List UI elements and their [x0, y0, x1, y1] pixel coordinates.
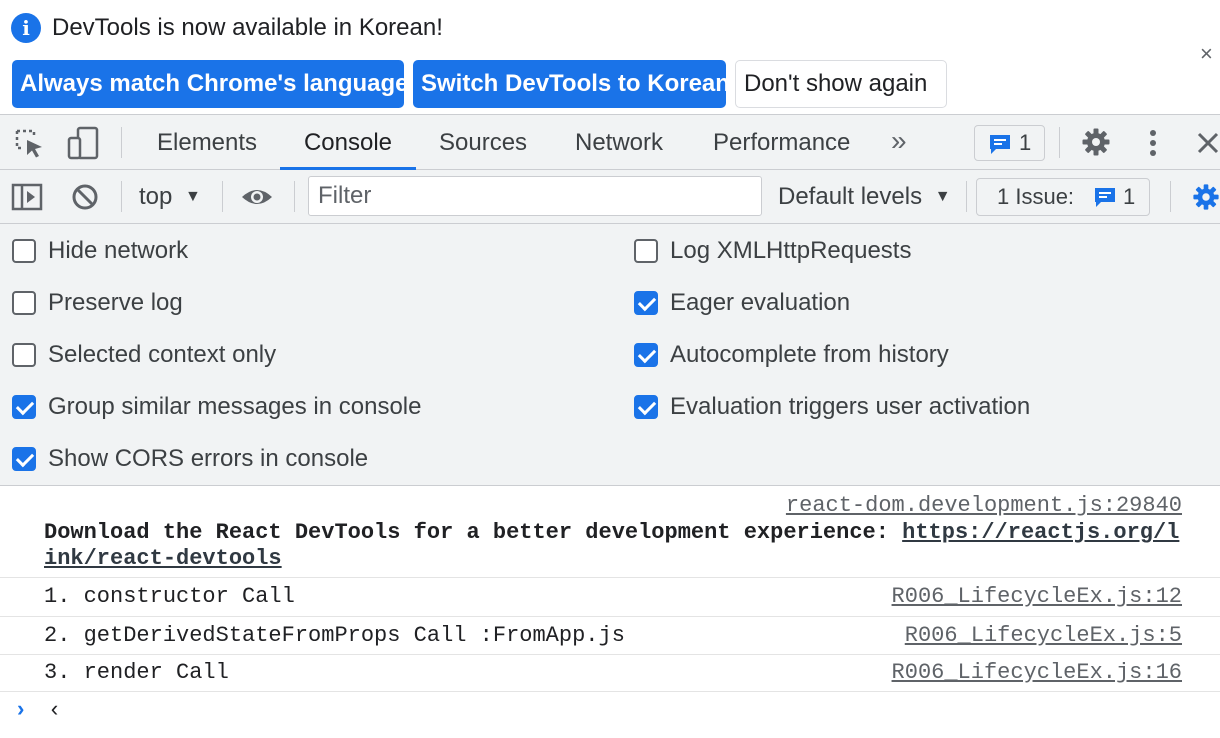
setting-label: Autocomplete from history [670, 341, 949, 368]
console-settings-panel: Hide network Preserve log Selected conte… [0, 224, 1220, 486]
switch-to-korean-button[interactable]: Switch DevTools to Korean [413, 60, 730, 108]
more-options-icon[interactable] [1143, 127, 1163, 159]
setting-label: Show CORS errors in console [48, 445, 369, 472]
filter-box [308, 176, 762, 216]
setting-label: Hide network [48, 237, 189, 264]
separator [121, 127, 122, 158]
setting-hide-network[interactable]: Hide network [12, 236, 188, 266]
context-selector[interactable]: top ▼ [139, 170, 201, 224]
always-match-language-button[interactable]: Always match Chrome's language [12, 60, 409, 108]
close-icon[interactable]: × [1200, 42, 1213, 66]
checkbox[interactable] [634, 291, 658, 315]
setting-label: Eager evaluation [670, 289, 851, 316]
setting-label: Evaluation triggers user activation [670, 393, 1031, 420]
message-icon [1095, 188, 1115, 207]
console-prompt-icon: › [14, 698, 28, 723]
console-message: react-dom.development.js:29840 Download … [0, 486, 1220, 578]
react-devtools-message: Download the React DevTools for a better… [44, 520, 1179, 572]
message-text: Download the React DevTools for a better… [44, 520, 903, 545]
setting-autocomplete-history[interactable]: Autocomplete from history [634, 340, 949, 370]
setting-preserve-log[interactable]: Preserve log [12, 288, 183, 318]
checkbox[interactable] [634, 395, 658, 419]
setting-label: Log XMLHttpRequests [670, 237, 912, 264]
console-message: 2. getDerivedStateFromProps Call :FromAp… [0, 617, 1220, 655]
checkbox[interactable] [12, 395, 36, 419]
tab-performance[interactable]: Performance [713, 115, 850, 170]
setting-eager-evaluation[interactable]: Eager evaluation [634, 288, 850, 318]
issues-count: 1 [1123, 184, 1136, 209]
infobar-message: DevTools is now available in Korean! [52, 14, 443, 41]
dont-show-again-button[interactable]: Don't show again [735, 60, 947, 108]
tab-console[interactable]: Console [280, 115, 416, 170]
react-devtools-link[interactable]: https://reactjs.org/l [902, 520, 1179, 545]
inspect-element-icon[interactable] [14, 128, 46, 160]
devtools-tabbar: Elements Console Sources Network Perform… [0, 114, 1220, 170]
device-toolbar-icon[interactable] [66, 126, 100, 160]
source-link[interactable]: R006_LifecycleEx.js:5 [905, 624, 1182, 648]
dropdown-arrow-icon: ▼ [934, 188, 951, 205]
more-tabs-icon[interactable]: » [891, 115, 907, 170]
setting-label: Preserve log [48, 289, 183, 316]
dropdown-arrow-icon: ▼ [185, 188, 201, 205]
separator [222, 181, 223, 212]
message-text: 3. render Call [44, 660, 229, 685]
issues-counter-button[interactable]: 1 [974, 125, 1045, 161]
tab-elements[interactable]: Elements [157, 115, 257, 170]
checkbox[interactable] [12, 447, 36, 471]
source-link[interactable]: R006_LifecycleEx.js:16 [892, 661, 1182, 685]
console-message: 1. constructor Call R006_LifecycleEx.js:… [0, 578, 1220, 617]
setting-label: Selected context only [48, 341, 277, 368]
close-devtools-icon[interactable] [1196, 131, 1220, 155]
message-text: 2. getDerivedStateFromProps Call :FromAp… [44, 623, 625, 648]
console-messages: react-dom.development.js:29840 Download … [0, 486, 1220, 738]
log-levels-label: Default levels [778, 183, 923, 210]
source-link[interactable]: react-dom.development.js:29840 [786, 494, 1182, 518]
issues-count: 1 [1019, 130, 1032, 155]
setting-log-xhr[interactable]: Log XMLHttpRequests [634, 236, 911, 266]
console-message: 3. render Call R006_LifecycleEx.js:16 [0, 655, 1220, 692]
tab-sources[interactable]: Sources [439, 115, 527, 170]
setting-selected-context-only[interactable]: Selected context only [12, 340, 276, 370]
tab-network[interactable]: Network [575, 115, 663, 170]
info-icon: i [11, 13, 41, 43]
filter-input[interactable] [318, 177, 761, 215]
source-link[interactable]: R006_LifecycleEx.js:12 [892, 585, 1182, 609]
log-levels-dropdown[interactable]: Default levels ▼ [778, 170, 951, 224]
react-devtools-link[interactable]: ink/react-devtools [44, 546, 282, 571]
console-settings-gear-icon[interactable] [1192, 182, 1220, 212]
setting-group-similar[interactable]: Group similar messages in console [12, 392, 422, 422]
separator [121, 181, 122, 212]
message-icon [990, 135, 1010, 154]
setting-show-cors-errors[interactable]: Show CORS errors in console [12, 444, 368, 474]
context-value: top [139, 183, 173, 210]
checkbox[interactable] [634, 343, 658, 367]
live-expression-eye-icon[interactable] [240, 185, 274, 209]
setting-label: Group similar messages in console [48, 393, 422, 420]
message-text: 1. constructor Call [44, 584, 295, 609]
checkbox[interactable] [12, 291, 36, 315]
separator [966, 181, 967, 212]
clear-console-icon[interactable] [71, 183, 99, 211]
separator [1059, 127, 1060, 158]
checkbox[interactable] [12, 343, 36, 367]
setting-evaluation-user-activation[interactable]: Evaluation triggers user activation [634, 392, 1030, 422]
issues-button[interactable]: 1 Issue: 1 [976, 178, 1150, 216]
issues-label: 1 Issue: [997, 184, 1075, 209]
checkbox[interactable] [634, 239, 658, 263]
console-input[interactable]: ‹ [48, 698, 61, 723]
separator [1170, 181, 1171, 212]
sidebar-toggle-icon[interactable] [11, 183, 43, 211]
console-toolbar: top ▼ Default levels ▼ 1 Issue: 1 [0, 170, 1220, 224]
separator [294, 181, 295, 212]
checkbox[interactable] [12, 239, 36, 263]
settings-gear-icon[interactable] [1081, 127, 1111, 157]
language-infobar: i DevTools is now available in Korean! ×… [0, 0, 1220, 114]
